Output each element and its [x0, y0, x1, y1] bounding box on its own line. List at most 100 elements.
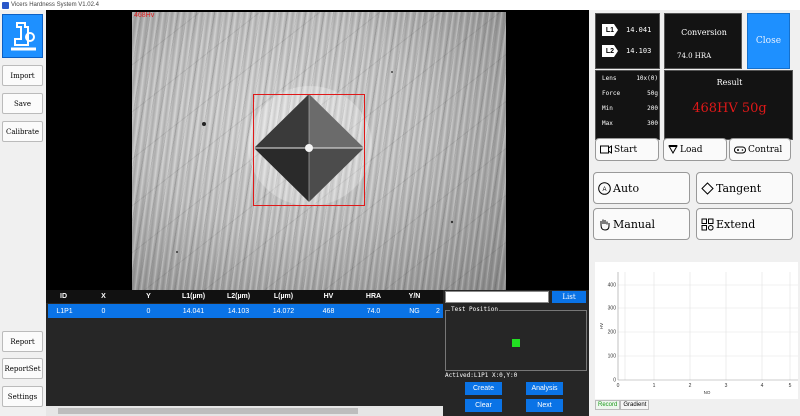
next-button[interactable]: Next [526, 399, 563, 412]
result-title: Result [716, 78, 743, 87]
camera-icon [600, 145, 612, 154]
tab-gradient[interactable]: Gradient [620, 400, 650, 410]
col-x[interactable]: X [81, 290, 126, 303]
diagonal-readout: L1 14.041 L2 14.103 [595, 13, 660, 69]
actived-status: Actived:L1P1 X:0,Y:0 [445, 372, 518, 379]
specimen-image: 468Hv [132, 12, 506, 290]
lens-value: 10x(0) [636, 75, 658, 82]
tab-record[interactable]: Record [595, 400, 621, 410]
close-button[interactable]: Close [747, 13, 790, 69]
l2-row: L2 14.103 [602, 44, 651, 58]
conversion-box: Conversion 74.0 HRA [664, 13, 742, 69]
graph-tabs: Record Gradient [595, 400, 650, 410]
contral-label: Contral [748, 144, 783, 155]
contral-button[interactable]: Contral [729, 138, 791, 161]
lens-label: Lens [602, 75, 617, 82]
test-position-box[interactable]: Test Position [445, 306, 587, 371]
app-icon [2, 1, 9, 9]
analysis-button[interactable]: Analysis [526, 382, 563, 395]
x-tick-4: 4 [761, 383, 764, 389]
start-label: Start [614, 144, 638, 155]
graph-svg: 0 100 200 300 400 0 1 2 3 4 5 NO HV [599, 272, 798, 395]
measurement-roi-box[interactable] [253, 94, 365, 206]
create-button[interactable]: Create [465, 382, 502, 395]
load-button[interactable]: Load [663, 138, 727, 161]
tangent-button[interactable]: Tangent [696, 172, 793, 204]
load-arrow-icon [668, 145, 678, 154]
results-table: ID X Y L1(µm) L2(µm) L(µm) HV HRA Y/N L1… [46, 290, 443, 416]
list-button[interactable]: List [552, 291, 586, 303]
min-label: Min [602, 105, 613, 112]
hardness-graph: 0 100 200 300 400 0 1 2 3 4 5 NO HV [595, 262, 798, 399]
l1-tag: L1 [602, 24, 618, 36]
col-l[interactable]: L(µm) [261, 290, 306, 303]
auto-icon: A [598, 181, 611, 195]
col-yn[interactable]: Y/N [396, 290, 433, 303]
save-button[interactable]: Save [2, 93, 43, 114]
grid-icon [701, 218, 714, 231]
title-bar: Vicers Hardness System V1.02.4 [0, 0, 800, 10]
svg-text:A: A [602, 187, 606, 193]
test-position-label: Test Position [450, 306, 499, 313]
list-panel: List Test Position Actived:L1P1 X:0,Y:0 … [443, 290, 589, 416]
scrollbar-thumb[interactable] [58, 408, 358, 414]
cell-l2: 14.103 [227, 307, 250, 315]
settings-button[interactable]: Settings [2, 386, 43, 407]
list-search-input[interactable] [445, 291, 549, 303]
extend-button[interactable]: Extend [696, 208, 793, 240]
col-id[interactable]: ID [46, 290, 81, 303]
force-label: Force [602, 90, 621, 97]
x-tick-5: 5 [789, 383, 792, 389]
x-tick-2: 2 [689, 383, 692, 389]
col-l1[interactable]: L1(µm) [171, 290, 216, 303]
y-tick-200: 200 [608, 330, 617, 336]
x-tick-1: 1 [653, 383, 656, 389]
extend-label: Extend [716, 217, 756, 231]
manual-button[interactable]: Manual [593, 208, 690, 240]
col-y[interactable]: Y [126, 290, 171, 303]
diamond-icon [701, 181, 714, 195]
gamepad-icon [734, 145, 746, 154]
l1-value: 14.041 [626, 26, 652, 34]
table-horizontal-scrollbar[interactable] [46, 406, 443, 416]
result-value: 468HV 50g [692, 101, 767, 116]
load-label: Load [680, 144, 703, 155]
col-hra[interactable]: HRA [351, 290, 396, 303]
clear-button[interactable]: Clear [465, 399, 502, 412]
report-set-button[interactable]: ReportSet [2, 358, 43, 379]
manual-label: Manual [613, 217, 656, 231]
microscope-logo-icon [2, 14, 43, 58]
max-value: 300 [647, 120, 658, 127]
l1-row: L1 14.041 [602, 23, 651, 37]
calibrate-button[interactable]: Calibrate [2, 121, 43, 142]
cell-hv: 468 [322, 307, 335, 315]
col-l2[interactable]: L2(µm) [216, 290, 261, 303]
import-button[interactable]: Import [2, 65, 43, 86]
y-axis-label: HV [599, 323, 604, 329]
cell-x: 0 [101, 307, 106, 315]
table-header: ID X Y L1(µm) L2(µm) L(µm) HV HRA Y/N [46, 290, 443, 303]
report-button[interactable]: Report [2, 331, 43, 352]
cell-l: 14.072 [272, 307, 295, 315]
cell-l1: 14.041 [182, 307, 205, 315]
auto-button[interactable]: A Auto [593, 172, 690, 204]
auto-label: Auto [613, 181, 640, 195]
cell-hra: 74.0 [366, 307, 381, 315]
x-tick-3: 3 [725, 383, 728, 389]
table-row[interactable]: L1P1 0 0 14.041 14.103 14.072 468 74.0 N… [48, 304, 443, 318]
cell-yn: NG [409, 307, 420, 315]
conversion-value: 74.0 HRA [677, 52, 712, 60]
result-box: Result 468HV 50g [664, 70, 793, 140]
hand-icon [598, 218, 611, 231]
col-hv[interactable]: HV [306, 290, 351, 303]
position-marker[interactable] [512, 339, 520, 347]
microscope-view[interactable]: 468Hv [46, 10, 589, 290]
control-panel: L1 14.041 L2 14.103 Conversion 74.0 HRA … [589, 10, 800, 416]
force-row: Force 50g [602, 90, 658, 97]
tangent-label: Tangent [716, 181, 762, 195]
start-button[interactable]: Start [595, 138, 659, 161]
x-tick-0: 0 [617, 383, 620, 389]
window-title: Vicers Hardness System V1.02.4 [11, 2, 99, 8]
y-tick-100: 100 [608, 354, 617, 360]
l2-value: 14.103 [626, 47, 652, 55]
